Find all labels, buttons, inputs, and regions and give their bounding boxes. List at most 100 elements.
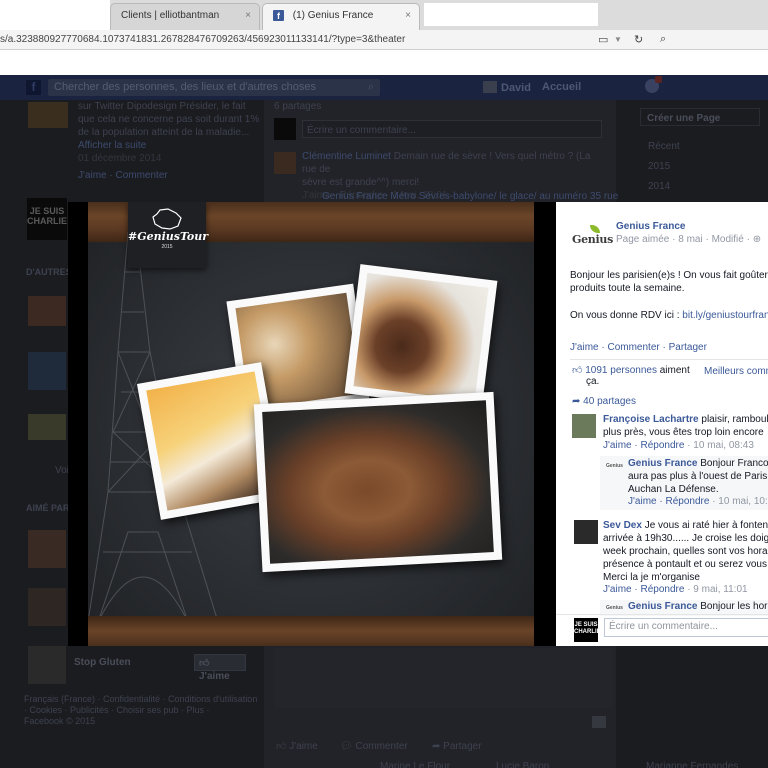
post-actions[interactable]: J'aime · Commenter · Partager — [570, 342, 707, 353]
create-page-button[interactable]: Créer une Page — [640, 108, 760, 126]
close-icon[interactable]: × — [245, 10, 251, 21]
avatar[interactable] — [574, 520, 598, 544]
reader-icon[interactable]: ▭ — [598, 33, 608, 46]
comment-actions[interactable]: J'aime · Répondre — [603, 584, 684, 595]
best-comments-link[interactable]: Meilleurs comm — [704, 366, 768, 377]
comment-author[interactable]: Genius France — [628, 601, 697, 612]
tab-genius-france[interactable]: f (1) Genius France × — [262, 3, 420, 30]
comment-text: Bonjour les horaires — [700, 601, 768, 612]
post-meta-text: Page aimée · 8 mai · Modifié · — [616, 234, 750, 245]
comment-placeholder: Écrire un commentaire... — [609, 621, 718, 632]
tab-clients[interactable]: Clients | elliotbantman × — [110, 3, 260, 30]
facebook-logo-icon[interactable]: f — [26, 80, 41, 95]
comment-meta: J'aime · Répondre · 10 mai, 08:43 — [603, 440, 754, 451]
france-map-icon — [152, 208, 182, 230]
suggested-friend[interactable]: Marianne Fernandes — [646, 760, 738, 768]
lightbox-photo[interactable]: #GeniusTour 2015 — [68, 202, 556, 646]
comment-line: Genius France Bonjour Francoise. — [628, 458, 768, 469]
timeline-recent[interactable]: Récent — [648, 140, 680, 153]
footer-line[interactable]: · Cookies · Publicités · Choisir ses pub… — [24, 705, 257, 716]
comment-input[interactable]: Écrire un commentaire... — [604, 618, 768, 637]
timeline-year[interactable]: 2014 — [648, 180, 670, 193]
comment-line: Genius France Bonjour les horaires — [628, 601, 768, 612]
comment-text: plus près, vous êtes trop loin encore — [603, 427, 764, 438]
post-actions[interactable]: J'aime · Commenter — [78, 169, 259, 182]
comment-author[interactable]: Genius France — [628, 458, 697, 469]
shares-count[interactable]: 6 partages — [274, 100, 321, 113]
avatar — [274, 152, 296, 174]
genius-avatar[interactable]: Genius — [606, 460, 623, 472]
comment-actions[interactable]: J'aime · Répondre — [603, 440, 684, 451]
like-icon: 👍︎ — [199, 658, 210, 669]
likes-line: 👍︎ 1091 personnes aiment — [572, 364, 690, 376]
post-image — [274, 648, 614, 708]
page-name[interactable]: Stop Gluten — [74, 656, 131, 669]
profile-link[interactable]: David — [483, 81, 531, 94]
comment-text: Je vous ai raté hier à fontenay — [644, 520, 768, 531]
wood-plank-bottom — [88, 616, 534, 646]
see-more-link[interactable]: Afficher la suite — [78, 139, 259, 152]
reload-icon[interactable]: ↻ — [634, 33, 643, 46]
suggested-friend[interactable]: Marine Le Flour — [380, 760, 450, 768]
comment-text: arrivée à 19h30...... Je croise les doig… — [603, 533, 768, 544]
comment-author[interactable]: Clémentine Luminet — [302, 151, 391, 162]
comment-text: Auchan La Défense. — [628, 484, 719, 495]
suggested-friend[interactable]: Lucie Baron — [496, 760, 549, 768]
share-action[interactable]: ➦ Partager — [432, 740, 482, 753]
close-icon[interactable]: × — [405, 10, 411, 21]
post-link[interactable]: bit.ly/geniustourfranc — [682, 310, 768, 321]
comment-time: · 9 mai, 11:01 — [687, 584, 748, 595]
comment-text: Bonjour Francoise. — [700, 458, 768, 469]
post-text: produits toute la semaine. — [570, 283, 685, 294]
user-name: David — [501, 82, 531, 94]
shares-link[interactable]: ➦ 40 partages — [572, 396, 636, 407]
comment-actions[interactable]: J'aime · Répondre — [628, 496, 709, 507]
toolbar-blank — [0, 50, 768, 75]
timeline-year[interactable]: 2015 — [648, 160, 670, 173]
comment-author[interactable]: Sev Dex — [603, 520, 642, 531]
page-thumbnail — [28, 588, 66, 626]
search-icon[interactable]: ⌕ — [368, 81, 374, 94]
facebook-search-input[interactable]: Chercher des personnes, des lieux et d'a… — [48, 79, 380, 96]
photo-info-panel: Genius Genius France Page aimée · 8 mai … — [556, 202, 768, 646]
footer-line[interactable]: Français (France) · Confidentialité · Co… — [24, 694, 257, 705]
likes-count-link[interactable]: 1091 personnes — [585, 365, 657, 376]
avatar — [274, 118, 296, 140]
url-field[interactable]: s/a.323880927770684.1073741831.267828476… — [0, 34, 405, 45]
photo-muffin-coffee — [344, 264, 498, 410]
likes-suffix: aiment — [659, 365, 690, 376]
options-icon[interactable] — [592, 716, 606, 728]
search-icon[interactable]: ⌕ — [660, 33, 666, 46]
comment-action[interactable]: 💬︎ Commenter — [340, 740, 408, 753]
leaf-icon — [590, 225, 600, 233]
comment-text: Merci la je m'organise — [603, 572, 700, 583]
page-name-link[interactable]: Genius France — [616, 221, 685, 232]
see-all-link[interactable]: Voi — [55, 464, 69, 477]
genius-avatar[interactable]: Genius — [606, 603, 623, 613]
genius-logo[interactable]: Genius — [570, 223, 613, 249]
comment-meta: J'aime · Répondre · 10 mai, 10:06 — [628, 496, 768, 507]
post-text: On vous donne RDV ici : bit.ly/geniustou… — [570, 310, 768, 321]
logo-text: #GeniusTour — [128, 230, 209, 243]
comment-time: · 10 mai, 10:06 — [712, 496, 768, 507]
avatar[interactable] — [572, 414, 596, 438]
dropdown-icon[interactable]: ▼ — [614, 35, 622, 44]
comment-text: week prochain, quelles sont vos horaires… — [603, 546, 768, 557]
tab-label: (1) Genius France — [292, 10, 374, 21]
comment-author[interactable]: Françoise Lachartre — [603, 414, 699, 425]
footer-links: Français (France) · Confidentialité · Co… — [24, 694, 257, 727]
comment-text: aura pas plus à l'ouest de Paris que — [628, 471, 768, 482]
new-tab-area[interactable] — [424, 3, 598, 26]
home-link[interactable]: Accueil — [542, 81, 581, 93]
like-page-button[interactable]: 👍︎ J'aime — [194, 654, 246, 682]
post-meta: Page aimée · 8 mai · Modifié · ⊕ — [616, 234, 761, 245]
like-action[interactable]: 👍︎ J'aime — [276, 740, 318, 753]
screen: Clients | elliotbantman × f (1) Genius F… — [0, 0, 768, 768]
comment-input[interactable]: Écrire un commentaire... — [302, 120, 602, 138]
page-thumbnail — [28, 352, 66, 390]
divider — [570, 359, 768, 360]
page-thumbnail — [28, 530, 66, 568]
post-text: de la population atteint de la maladie..… — [78, 127, 250, 138]
post-thumbnail — [28, 102, 68, 128]
comment-meta: J'aime · Répondre · 9 mai, 11:01 — [603, 584, 748, 595]
